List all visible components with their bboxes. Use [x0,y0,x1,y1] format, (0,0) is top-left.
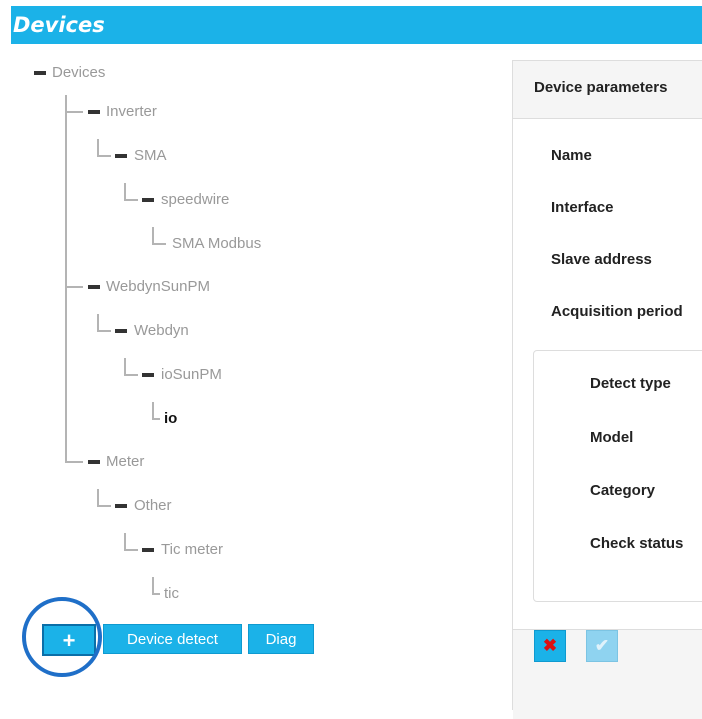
tree-line [152,243,166,245]
tree-node-io[interactable]: io [164,410,177,428]
tree-line [124,533,126,549]
collapse-toggle-icon[interactable] [88,110,100,114]
collapse-toggle-icon[interactable] [142,198,154,202]
collapse-toggle-icon[interactable] [142,548,154,552]
device-detect-button[interactable]: Device detect [103,624,242,654]
field-label-acquisition-period: Acquisition period [551,303,683,320]
collapse-toggle-icon[interactable] [88,460,100,464]
tree-line [65,461,83,463]
collapse-toggle-icon[interactable] [34,71,46,75]
field-label-slave-address: Slave address [551,251,652,268]
tree-line [97,505,111,507]
tree-line [124,549,138,551]
tree-line [152,402,154,418]
tree-line [124,199,138,201]
tree-node-sma[interactable]: SMA [134,147,167,165]
device-parameters-panel: Device parameters Name Interface Slave a… [512,60,702,719]
collapse-toggle-icon[interactable] [142,373,154,377]
tree-node-webdynsunpm[interactable]: WebdynSunPM [106,278,210,296]
panel-title: Device parameters [534,79,668,96]
tree-node-devices[interactable]: Devices [52,64,105,82]
detect-subpanel: Detect type Model Category Check status [533,350,702,602]
tree-line [152,593,160,595]
tree-line [124,358,126,374]
tree-line [65,286,83,288]
tree-node-sma-modbus[interactable]: SMA Modbus [172,235,261,253]
add-device-button[interactable]: + [42,624,96,656]
collapse-toggle-icon[interactable] [115,154,127,158]
collapse-toggle-icon[interactable] [115,504,127,508]
tree-line [97,139,99,155]
tree-node-tic-meter[interactable]: Tic meter [161,541,223,559]
tree-node-other[interactable]: Other [134,497,172,515]
tree-line [97,330,111,332]
tree-line [97,314,99,330]
tree-line [97,489,99,505]
field-label-category: Category [590,482,656,499]
diag-button[interactable]: Diag [248,624,314,654]
device-tree: Devices Inverter SMA speedwire SMA Modbu… [0,0,500,620]
tree-line [124,374,138,376]
tree-node-webdyn[interactable]: Webdyn [134,322,189,340]
tree-node-iosunpm[interactable]: ioSunPM [161,366,222,384]
tree-node-inverter[interactable]: Inverter [106,103,157,121]
tree-line [152,227,154,243]
cancel-button[interactable]: ✖ [534,630,566,662]
tree-node-speedwire[interactable]: speedwire [161,191,229,209]
field-label-interface: Interface [551,199,614,216]
tree-node-tic[interactable]: tic [164,585,179,603]
tree-line [152,577,154,593]
collapse-toggle-icon[interactable] [88,285,100,289]
tree-line [65,111,83,113]
field-label-name: Name [551,147,592,164]
tree-line [97,155,111,157]
collapse-toggle-icon[interactable] [115,329,127,333]
tree-line [124,183,126,199]
panel-header: Device parameters [513,61,702,119]
tree-line [65,95,67,461]
field-label-detect-type: Detect type [590,375,671,392]
tree-line [152,418,160,420]
tree-node-meter[interactable]: Meter [106,453,144,471]
confirm-button[interactable]: ✔ [586,630,618,662]
field-label-check-status: Check status [590,535,684,552]
field-label-model: Model [590,429,634,446]
